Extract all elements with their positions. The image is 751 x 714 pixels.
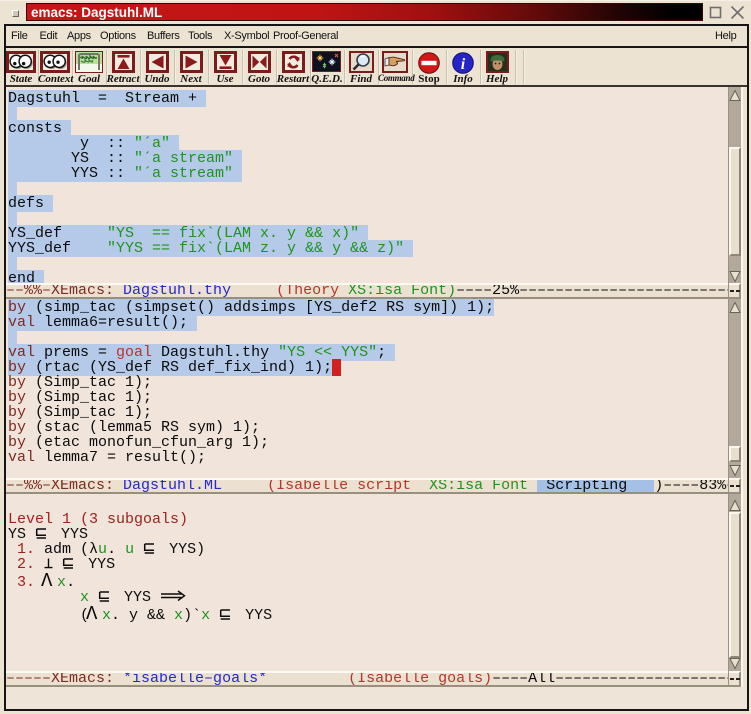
- svg-text:i: i: [461, 56, 466, 73]
